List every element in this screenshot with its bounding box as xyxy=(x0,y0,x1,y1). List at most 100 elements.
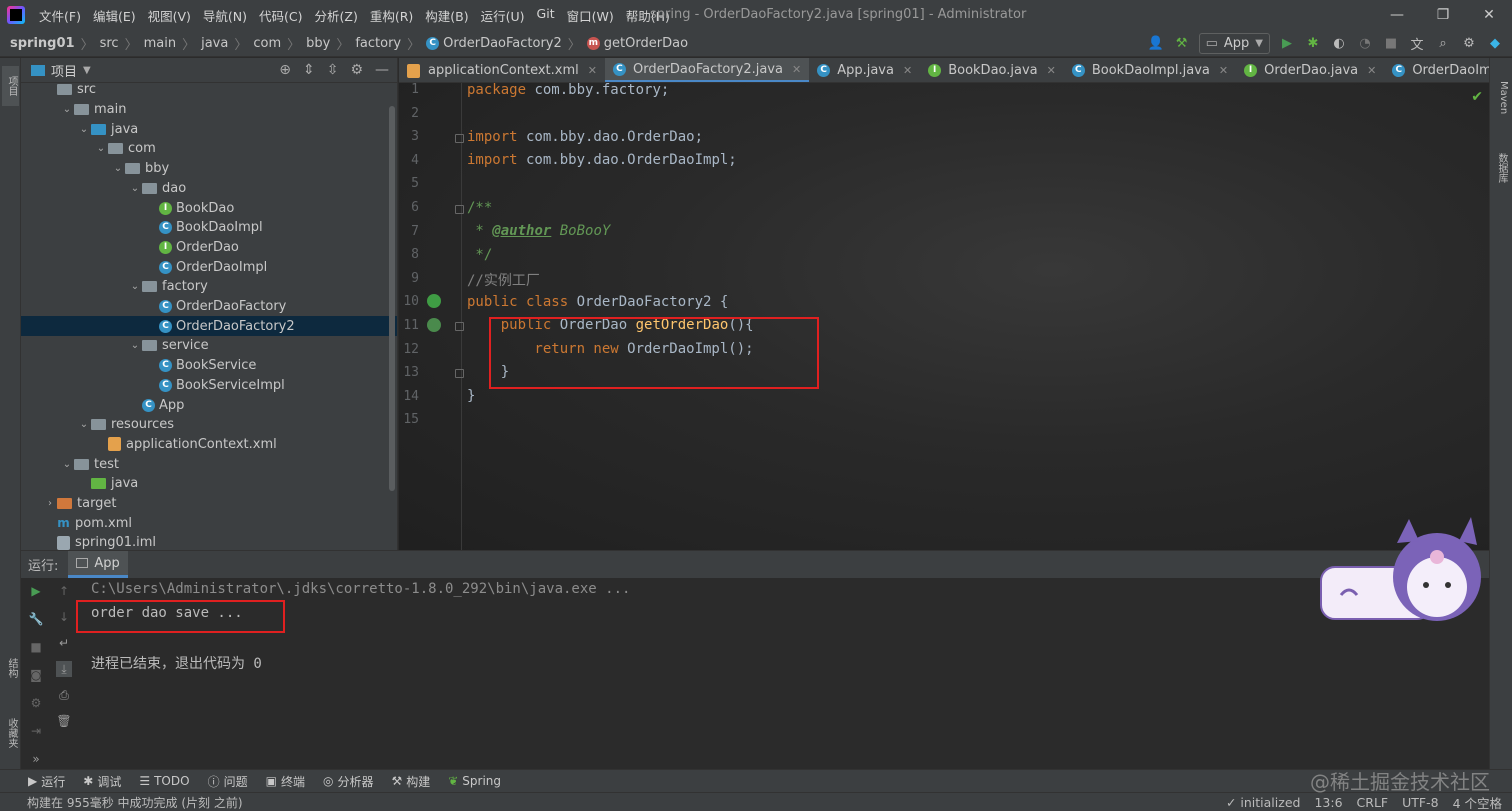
tree-item[interactable]: ⌄ com xyxy=(21,139,397,159)
tree-item[interactable]: applicationContext.xml xyxy=(21,435,397,455)
menu-file[interactable]: 文件(F) xyxy=(33,6,87,25)
editor-tab[interactable]: I BookDao.java ✕ xyxy=(920,58,1064,82)
expand-all-icon[interactable]: ⇕ xyxy=(303,62,315,78)
code-editor[interactable]: 1 2 3 4 5 6 7 8 9 10 11 12 13 14 15 package com.bby.fa… xyxy=(399,83,1489,550)
tree-item[interactable]: java xyxy=(21,474,397,494)
menu-code[interactable]: 代码(C) xyxy=(253,6,308,25)
tree-item[interactable]: C OrderDaoFactory2 xyxy=(21,316,397,337)
project-scrollbar[interactable] xyxy=(389,106,395,491)
tree-item[interactable]: C OrderDaoImpl xyxy=(21,257,397,277)
stop-icon[interactable]: ■ xyxy=(1382,35,1400,53)
tree-item[interactable]: spring01.iml xyxy=(21,533,397,550)
chevron-down-icon[interactable]: ⌄ xyxy=(60,459,74,470)
hide-icon[interactable]: — xyxy=(375,62,389,78)
indent-setting[interactable]: 4 个空格 xyxy=(1453,793,1502,811)
chevron-down-icon[interactable]: ⌄ xyxy=(77,419,91,430)
build-tool-button[interactable]: ⚒ 构建 xyxy=(391,773,430,790)
editor-tab[interactable]: C App.java ✕ xyxy=(809,58,920,82)
tree-item[interactable]: C BookDaoImpl xyxy=(21,218,397,238)
breadcrumb-main[interactable]: main xyxy=(144,36,176,51)
minimize-button[interactable]: — xyxy=(1374,0,1420,30)
chevron-down-icon[interactable]: ⌄ xyxy=(94,143,108,154)
close-tab-icon[interactable]: ✕ xyxy=(1219,64,1228,77)
tree-item[interactable]: ⌄ dao xyxy=(21,179,397,199)
run-tab-app[interactable]: App xyxy=(68,551,128,578)
editor-tab[interactable]: COrderDaoImpl.java✕ xyxy=(1384,58,1489,82)
chevron-down-icon[interactable]: ⌄ xyxy=(60,104,74,115)
no-problems-check-icon[interactable]: ✔ xyxy=(1471,89,1483,105)
chevron-down-icon[interactable]: ⌄ xyxy=(77,124,91,135)
search-icon[interactable]: ⌕ xyxy=(1434,35,1452,53)
chevron-down-icon[interactable]: ⌄ xyxy=(111,163,125,174)
intellij-logo-icon[interactable] xyxy=(7,6,25,24)
status-initialized[interactable]: ✓ initialized xyxy=(1226,795,1301,810)
breadcrumb-method[interactable]: getOrderDao xyxy=(604,36,688,51)
status-message[interactable]: 构建在 955毫秒 中成功完成 (片刻 之前) xyxy=(27,794,243,811)
tree-item[interactable]: › target xyxy=(21,494,397,514)
profiler-tool-button[interactable]: ◎ 分析器 xyxy=(323,773,374,790)
run-icon[interactable]: ▶ xyxy=(1278,35,1296,53)
breadcrumb-java[interactable]: java xyxy=(201,36,228,51)
tree-item[interactable]: I OrderDao xyxy=(21,238,397,258)
line-separator[interactable]: CRLF xyxy=(1357,795,1389,810)
rerun-icon[interactable]: ▶ xyxy=(28,583,44,599)
breadcrumb-bby[interactable]: bby xyxy=(306,36,330,51)
menu-run[interactable]: 运行(U) xyxy=(475,6,531,25)
tree-item[interactable]: C App xyxy=(21,395,397,415)
breadcrumb-com[interactable]: com xyxy=(253,36,281,51)
fold-marker-icon[interactable] xyxy=(455,322,464,331)
structure-tool-tab[interactable]: 结构 xyxy=(2,648,19,688)
translate-icon[interactable]: 文 xyxy=(1408,35,1426,53)
close-tab-icon[interactable]: ✕ xyxy=(1367,64,1376,77)
breadcrumb-factory[interactable]: factory xyxy=(355,36,401,51)
menu-git[interactable]: Git xyxy=(531,6,561,25)
more-icon[interactable]: » xyxy=(28,751,44,767)
menu-analyze[interactable]: 分析(Z) xyxy=(309,6,364,25)
arrow-up-icon[interactable]: ↑ xyxy=(56,583,72,599)
settings-icon[interactable]: ⚙ xyxy=(28,695,44,711)
breadcrumb-project[interactable]: spring01 xyxy=(10,36,75,51)
user-icon[interactable]: 👤 xyxy=(1147,35,1165,53)
fold-marker-icon[interactable] xyxy=(455,134,464,143)
restore-button[interactable]: ❐ xyxy=(1420,0,1466,30)
file-encoding[interactable]: UTF-8 xyxy=(1402,795,1438,810)
arrow-down-icon[interactable]: ↓ xyxy=(56,609,72,625)
menu-view[interactable]: 视图(V) xyxy=(142,6,197,25)
menu-edit[interactable]: 编辑(E) xyxy=(87,6,142,25)
tree-item[interactable]: ⌄ main xyxy=(21,100,397,120)
coverage-icon[interactable]: ◐ xyxy=(1330,35,1348,53)
close-button[interactable]: ✕ xyxy=(1466,0,1512,30)
tree-item[interactable]: C OrderDaoFactory xyxy=(21,297,397,317)
problems-tool-button[interactable]: ⓘ 问题 xyxy=(208,773,248,790)
tree-item[interactable]: m pom.xml xyxy=(21,513,397,533)
editor-tab[interactable]: I OrderDao.java ✕ xyxy=(1236,58,1384,82)
print-icon[interactable]: ⎙ xyxy=(56,687,72,703)
toolbox-icon[interactable]: ◆ xyxy=(1486,35,1504,53)
exit-icon[interactable]: ⇥ xyxy=(28,723,44,739)
editor-tab[interactable]: applicationContext.xml ✕ xyxy=(399,58,605,82)
editor-tab[interactable]: C BookDaoImpl.java ✕ xyxy=(1064,58,1236,82)
tree-item[interactable]: ⌄ factory xyxy=(21,277,397,297)
run-tool-button[interactable]: ▶ 运行 xyxy=(28,773,65,790)
gear-icon[interactable]: ⚙ xyxy=(1460,35,1478,53)
editor-tab[interactable]: C OrderDaoFactory2.java ✕ xyxy=(604,58,810,82)
chevron-down-icon[interactable]: ⌄ xyxy=(128,340,142,351)
database-tool-tab[interactable]: 数据库 xyxy=(1492,138,1509,198)
menu-window[interactable]: 窗口(W) xyxy=(561,6,620,25)
scroll-to-end-icon[interactable]: ⤓ xyxy=(56,661,72,677)
debug-icon[interactable]: ✱ xyxy=(1304,35,1322,53)
close-tab-icon[interactable]: ✕ xyxy=(792,63,801,76)
trash-icon[interactable]: 🗑 xyxy=(56,713,72,729)
tree-item[interactable]: C BookServiceImpl xyxy=(21,376,397,396)
locate-icon[interactable]: ⊕ xyxy=(279,62,291,78)
tree-item[interactable]: ⌄ bby xyxy=(21,159,397,179)
menu-refactor[interactable]: 重构(R) xyxy=(364,6,419,25)
tree-item[interactable]: ⌄ java xyxy=(21,119,397,139)
tree-item[interactable]: ⌄ service xyxy=(21,336,397,356)
project-panel-title[interactable]: 项目 xyxy=(51,61,77,80)
spring-tool-button[interactable]: ❦ Spring xyxy=(448,774,501,788)
close-tab-icon[interactable]: ✕ xyxy=(1047,64,1056,77)
spring-method-gutter-icon[interactable] xyxy=(427,318,441,332)
debug-tool-button[interactable]: ✱ 调试 xyxy=(83,773,121,790)
collapse-all-icon[interactable]: ⇳ xyxy=(327,62,339,78)
